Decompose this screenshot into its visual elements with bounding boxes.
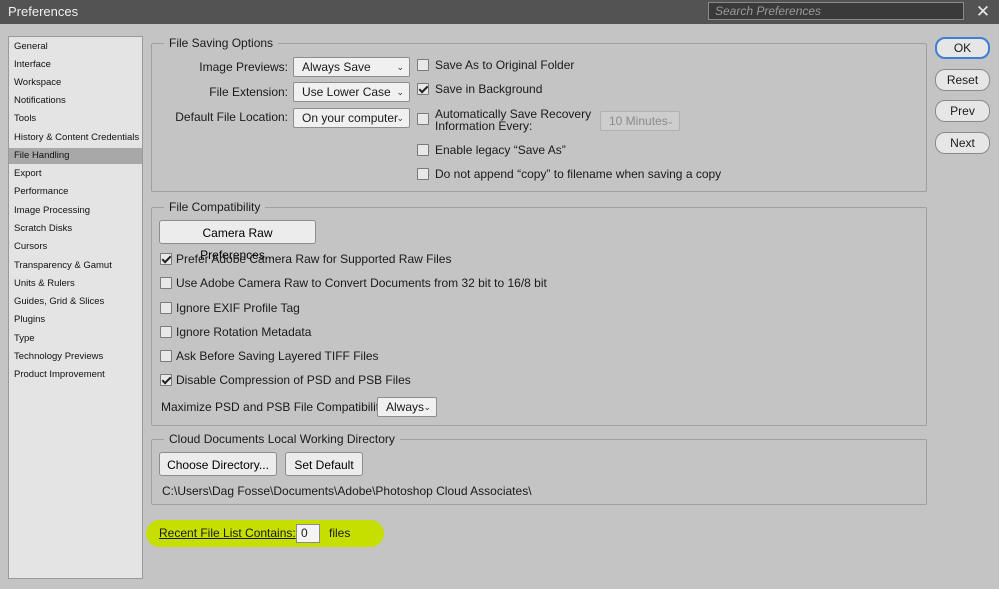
chevron-down-icon: ⌄ [396,113,404,123]
chevron-down-icon: ⌄ [423,402,431,412]
prev-button[interactable]: Prev [935,100,990,122]
image-previews-value: Always Save [302,60,371,74]
sidebar-item-file-handling[interactable]: File Handling [9,148,142,164]
prefer-camera-raw-label: Prefer Adobe Camera Raw for Supported Ra… [176,252,452,266]
sidebar-item-units-rulers[interactable]: Units & Rulers [9,276,142,292]
sidebar-item-image-processing[interactable]: Image Processing [9,203,142,219]
ignore-exif-checkbox[interactable] [160,302,172,314]
file-saving-options-legend: File Saving Options [169,36,274,50]
no-append-copy-label: Do not append “copy” to filename when sa… [435,167,722,181]
ignore-exif-label: Ignore EXIF Profile Tag [176,301,300,315]
camera-raw-preferences-button[interactable]: Camera Raw Preferences... [159,220,316,262]
cloud-directory-path: C:\Users\Dag Fosse\Documents\Adobe\Photo… [162,484,532,498]
sidebar-item-type[interactable]: Type [9,331,142,347]
prefer-camera-raw-checkbox[interactable] [160,253,172,265]
sidebar-item-cursors[interactable]: Cursors [9,239,142,255]
maximize-compatibility-value: Always [386,400,425,414]
enable-legacy-save-as-label: Enable legacy “Save As” [435,143,566,157]
chevron-down-icon: ⌄ [396,87,404,97]
recent-file-suffix: files [329,526,351,540]
save-as-original-folder-checkbox[interactable] [417,59,429,71]
sidebar-item-general[interactable]: General [9,39,142,55]
preferences-dialog: Preferences ✕ General Interface Workspac… [0,0,999,589]
ask-tiff-label: Ask Before Saving Layered TIFF Files [176,349,379,363]
image-previews-label: Image Previews: [199,60,288,74]
set-default-button[interactable]: Set Default [285,452,363,476]
no-append-copy-checkbox[interactable] [417,168,429,180]
reset-button[interactable]: Reset [935,69,990,91]
sidebar-item-transparency-gamut[interactable]: Transparency & Gamut [9,258,142,274]
auto-save-interval-dropdown[interactable]: 10 Minutes ⌄ [600,111,680,131]
next-button[interactable]: Next [935,132,990,154]
use-camera-raw-convert-label: Use Adobe Camera Raw to Convert Document… [176,276,547,290]
sidebar-item-plugins[interactable]: Plugins [9,312,142,328]
sidebar-item-workspace[interactable]: Workspace [9,75,142,91]
default-file-location-value: On your computer [302,111,399,125]
choose-directory-button[interactable]: Choose Directory... [159,452,277,476]
category-list: General Interface Workspace Notification… [8,36,143,579]
default-file-location-label: Default File Location: [175,110,288,124]
ignore-rotation-label: Ignore Rotation Metadata [176,325,312,339]
file-extension-label: File Extension: [209,85,288,99]
sidebar-item-product-improvement[interactable]: Product Improvement [9,367,142,383]
recent-file-list-label: Recent File List Contains: [159,526,296,540]
sidebar-item-performance[interactable]: Performance [9,184,142,200]
save-as-original-folder-label: Save As to Original Folder [435,58,575,72]
cloud-documents-legend: Cloud Documents Local Working Directory [169,432,395,446]
use-camera-raw-convert-checkbox[interactable] [160,277,172,289]
sidebar-item-history-content-credentials[interactable]: History & Content Credentials [9,130,142,146]
disable-compression-label: Disable Compression of PSD and PSB Files [176,373,411,387]
dialog-title: Preferences [8,4,79,19]
ask-tiff-checkbox[interactable] [160,350,172,362]
close-icon[interactable]: ✕ [972,1,994,23]
ok-button[interactable]: OK [935,37,990,59]
title-bar: Preferences ✕ [0,0,999,24]
disable-compression-checkbox[interactable] [160,374,172,386]
maximize-compatibility-label: Maximize PSD and PSB File Compatibility: [161,400,389,414]
enable-legacy-save-as-checkbox[interactable] [417,144,429,156]
file-extension-value: Use Lower Case [302,85,391,99]
recent-file-count-input[interactable]: 0 [296,524,320,543]
save-in-background-label: Save in Background [435,82,543,96]
ignore-rotation-checkbox[interactable] [160,326,172,338]
sidebar-item-notifications[interactable]: Notifications [9,93,142,109]
chevron-down-icon: ⌄ [666,116,674,126]
sidebar-item-scratch-disks[interactable]: Scratch Disks [9,221,142,237]
chevron-down-icon: ⌄ [396,62,404,72]
maximize-compatibility-dropdown[interactable]: Always ⌄ [377,397,437,417]
image-previews-dropdown[interactable]: Always Save ⌄ [293,57,410,77]
sidebar-item-export[interactable]: Export [9,166,142,182]
search-preferences-input[interactable] [708,2,964,20]
sidebar-item-guides-grid-slices[interactable]: Guides, Grid & Slices [9,294,142,310]
auto-save-recovery-checkbox[interactable] [417,113,429,125]
auto-save-recovery-label-line2: Information Every: [435,119,533,133]
auto-save-interval-value: 10 Minutes [609,114,668,128]
sidebar-item-tools[interactable]: Tools [9,111,142,127]
save-in-background-checkbox[interactable] [417,83,429,95]
sidebar-item-technology-previews[interactable]: Technology Previews [9,349,142,365]
sidebar-item-interface[interactable]: Interface [9,57,142,73]
file-extension-dropdown[interactable]: Use Lower Case ⌄ [293,82,410,102]
file-compatibility-legend: File Compatibility [169,200,261,214]
default-file-location-dropdown[interactable]: On your computer ⌄ [293,108,410,128]
